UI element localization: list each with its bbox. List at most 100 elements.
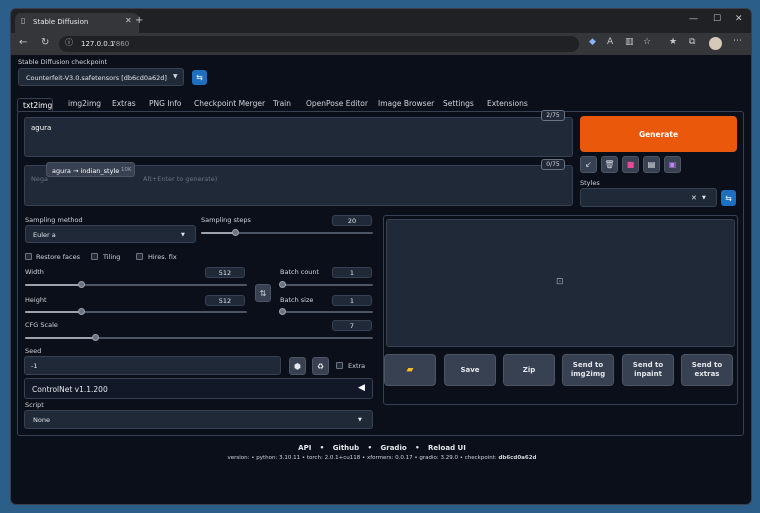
script-dropdown[interactable]: None ▼ [24, 410, 373, 429]
tab-img2img[interactable]: img2img [68, 99, 101, 108]
read-aloud-icon[interactable]: A [607, 38, 613, 47]
sampling-method-label: Sampling method [25, 216, 83, 224]
prompt-input[interactable]: agura [24, 117, 573, 157]
batch-count-slider[interactable] [279, 281, 373, 288]
tab-image-browser[interactable]: Image Browser [378, 99, 434, 108]
tab-png-info[interactable]: PNG Info [149, 99, 182, 108]
tab-extras[interactable]: Extras [112, 99, 136, 108]
maximize-icon[interactable]: ☐ [713, 15, 721, 24]
restore-faces-checkbox[interactable] [25, 253, 32, 260]
sampling-steps-slider[interactable] [201, 229, 373, 236]
new-tab-icon[interactable]: + [135, 16, 143, 26]
gradio-link[interactable]: Gradio [381, 444, 407, 452]
refresh-checkpoint-button[interactable]: ⇆ [192, 70, 207, 85]
github-link[interactable]: Github [333, 444, 359, 452]
slider-thumb[interactable] [77, 308, 85, 315]
avatar[interactable] [709, 37, 722, 50]
prompt-token-counter: 2/75 [541, 110, 565, 121]
hires-fix-checkbox[interactable] [136, 253, 143, 260]
reload-icon[interactable]: ↻ [41, 38, 49, 48]
extra-seed-checkbox[interactable] [336, 362, 343, 369]
api-link[interactable]: API [298, 444, 311, 452]
random-seed-button[interactable]: ⬢ [289, 357, 306, 375]
autocomplete-popup[interactable]: agura → indian_style 10K [46, 162, 135, 177]
separator: • [319, 444, 325, 452]
seed-label: Seed [25, 347, 42, 355]
batch-size-slider[interactable] [279, 308, 373, 315]
slider-thumb[interactable] [279, 308, 286, 315]
browser-tab[interactable]: ▯ Stable Diffusion ✕ [15, 13, 139, 33]
apply-style-button[interactable]: ▤ [643, 156, 660, 173]
tag-icon[interactable]: ◆ [589, 38, 596, 47]
reuse-seed-button[interactable]: ♻ [312, 357, 329, 375]
extra-networks-button[interactable]: ■ [622, 156, 639, 173]
image-gallery: ⊡ [386, 219, 735, 347]
controlnet-accordion[interactable]: ControlNet v1.1.200 ◀ [24, 378, 373, 399]
browser-toolbar: ← ↻ ⓘ 127.0.0.1 :7860 ◆ A ▥ ☆ ★ ⧉ ⋯ [11, 33, 751, 55]
tiling-checkbox[interactable] [91, 253, 98, 260]
close-tab-icon[interactable]: ✕ [125, 17, 132, 25]
height-slider[interactable] [25, 308, 247, 315]
chevron-down-icon: ▼ [181, 232, 185, 238]
zip-button[interactable]: Zip [503, 354, 555, 386]
version-info: version: • python: 3.10.11 • torch: 2.0.… [11, 455, 751, 461]
width-slider[interactable] [25, 281, 247, 288]
width-input[interactable]: 512 [205, 267, 245, 278]
address-bar[interactable]: ⓘ 127.0.0.1 :7860 [59, 36, 579, 52]
checkpoint-label: Stable Diffusion checkpoint [18, 58, 108, 66]
sampling-method-dropdown[interactable]: Euler a ▼ [25, 225, 196, 243]
generate-button[interactable]: Generate [580, 116, 737, 152]
cfg-scale-slider[interactable] [25, 334, 373, 341]
save-button[interactable]: Save [444, 354, 496, 386]
clear-icon[interactable]: ✕ [691, 194, 697, 202]
url-port: :7860 [109, 40, 130, 48]
slider-thumb[interactable] [77, 281, 85, 288]
height-input[interactable]: 512 [205, 295, 245, 306]
extra-seed-label: Extra [348, 362, 366, 370]
refresh-icon: ⇆ [725, 193, 732, 203]
styles-dropdown[interactable]: ✕ ▼ [580, 188, 717, 207]
checkpoint-dropdown[interactable]: Counterfeit-V3.0.safetensors [db6cd0a62d… [18, 68, 184, 86]
more-icon[interactable]: ⋯ [733, 37, 742, 46]
title-bar: ▯ Stable Diffusion ✕ + — ☐ ✕ [11, 9, 751, 33]
batch-size-label: Batch size [280, 296, 314, 304]
recycle-icon: ♻ [316, 361, 325, 371]
close-window-icon[interactable]: ✕ [735, 15, 743, 24]
tab-openpose-editor[interactable]: OpenPose Editor [306, 99, 368, 108]
open-folder-button[interactable]: ▰ [384, 354, 436, 386]
favorite-add-icon[interactable]: ☆ [643, 38, 651, 47]
immersive-reader-icon[interactable]: ▥ [625, 38, 634, 47]
save-style-button[interactable]: ▣ [664, 156, 681, 173]
dice-icon: ⬢ [294, 361, 301, 371]
tab-settings[interactable]: Settings [443, 99, 474, 108]
negative-placeholder-end: Alt+Enter to generate) [143, 175, 218, 183]
tab-txt2img[interactable]: txt2img [17, 98, 53, 112]
read-params-button[interactable]: ↙ [580, 156, 597, 173]
seed-input[interactable]: -1 [24, 356, 281, 375]
negative-token-counter: 0/75 [541, 159, 565, 170]
tab-label: txt2img [23, 101, 53, 110]
send-to-extras-button[interactable]: Send to extras [681, 354, 733, 386]
swap-dimensions-button[interactable]: ⇅ [255, 284, 271, 302]
tab-extensions[interactable]: Extensions [487, 99, 528, 108]
tab-train[interactable]: Train [273, 99, 291, 108]
reload-ui-link[interactable]: Reload UI [428, 444, 466, 452]
collections-icon[interactable]: ⧉ [689, 38, 695, 47]
sampling-method-value: Euler a [33, 231, 56, 239]
cfg-scale-input[interactable]: 7 [332, 320, 372, 331]
clear-prompt-button[interactable]: 🗑 [601, 156, 618, 173]
tab-checkpoint-merger[interactable]: Checkpoint Merger [194, 99, 265, 108]
slider-thumb[interactable] [279, 281, 286, 288]
batch-count-input[interactable]: 1 [332, 267, 372, 278]
minimize-icon[interactable]: — [689, 15, 698, 24]
sampling-steps-input[interactable]: 20 [332, 215, 372, 226]
batch-size-input[interactable]: 1 [332, 295, 372, 306]
back-icon[interactable]: ← [19, 38, 27, 48]
favorites-icon[interactable]: ★ [669, 38, 677, 47]
send-to-img2img-button[interactable]: Send to img2img [562, 354, 614, 386]
slider-thumb[interactable] [91, 334, 99, 341]
send-to-inpaint-button[interactable]: Send to inpaint [622, 354, 674, 386]
cfg-scale-label: CFG Scale [25, 321, 58, 329]
refresh-styles-button[interactable]: ⇆ [721, 190, 736, 206]
save-icon: ▣ [668, 160, 677, 169]
